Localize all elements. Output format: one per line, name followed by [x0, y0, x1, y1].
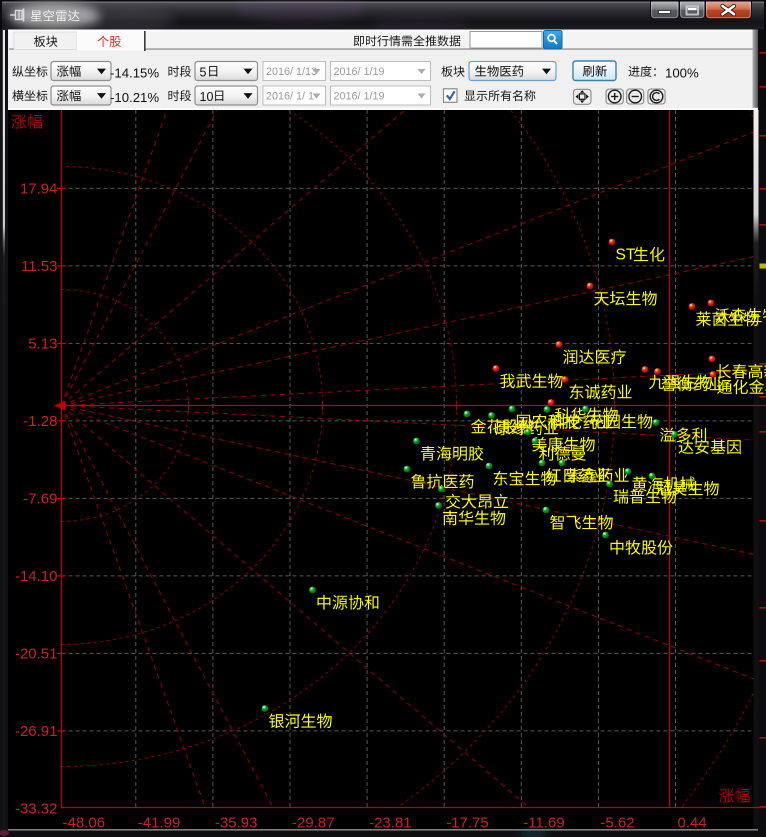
- svg-text:2016/ 1/19: 2016/ 1/19: [334, 66, 385, 78]
- svg-text:-14.10: -14.10: [15, 568, 58, 585]
- svg-text:17.94: 17.94: [20, 181, 58, 198]
- svg-text:-23.81: -23.81: [369, 815, 412, 832]
- svg-text:0.44: 0.44: [678, 815, 707, 832]
- svg-text:-41.99: -41.99: [138, 815, 181, 832]
- svg-text:-1.28: -1.28: [23, 413, 57, 430]
- svg-text:-14.15%: -14.15%: [110, 66, 159, 81]
- svg-text:-20.51: -20.51: [15, 646, 58, 663]
- svg-text:10: 10: [200, 90, 214, 104]
- svg-text:-35.93: -35.93: [215, 815, 258, 832]
- svg-text:-5.62: -5.62: [600, 815, 634, 832]
- svg-text:100%: 100%: [665, 66, 699, 81]
- svg-text:ST: ST: [616, 246, 636, 263]
- svg-text:-33.32: -33.32: [15, 801, 58, 818]
- svg-text:-11.69: -11.69: [523, 815, 564, 832]
- svg-text:-26.91: -26.91: [15, 723, 58, 740]
- svg-text:11.53: 11.53: [21, 258, 57, 275]
- svg-text:-17.75: -17.75: [446, 815, 489, 832]
- svg-text:2016/ 1/13: 2016/ 1/13: [266, 66, 317, 78]
- svg-text:5: 5: [200, 66, 207, 80]
- svg-text:2016/ 1/ 1: 2016/ 1/ 1: [266, 90, 314, 102]
- svg-text:-10.21%: -10.21%: [110, 90, 159, 105]
- svg-text:-7.69: -7.69: [23, 491, 57, 508]
- svg-text:-29.87: -29.87: [292, 815, 335, 832]
- svg-text:5.13: 5.13: [28, 336, 57, 353]
- svg-text:-48.06: -48.06: [63, 815, 106, 832]
- svg-text:2016/ 1/19: 2016/ 1/19: [334, 90, 385, 102]
